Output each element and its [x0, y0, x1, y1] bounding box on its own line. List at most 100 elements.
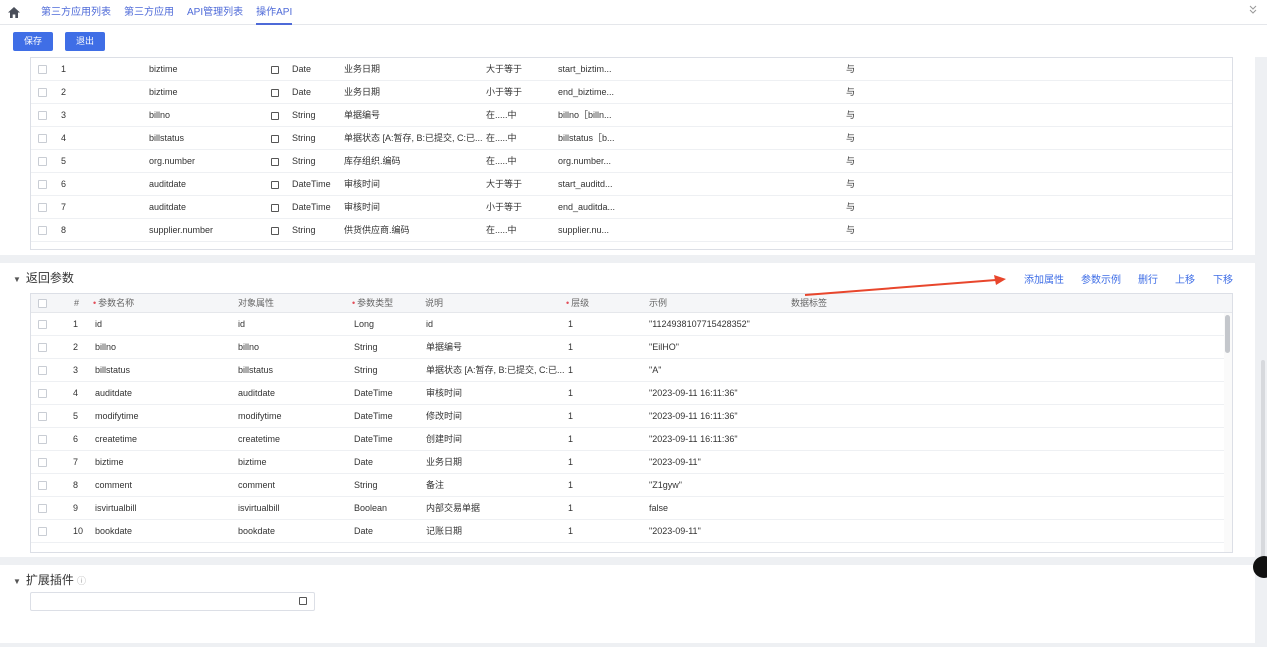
- move-down-button[interactable]: 下移: [1213, 271, 1233, 286]
- row-checkbox[interactable]: [38, 389, 47, 398]
- return-param-row[interactable]: 1 id id Long id 1 "1124938107715428352": [31, 313, 1232, 336]
- row-checkbox[interactable]: [38, 88, 47, 97]
- row-operator: 小于等于: [486, 87, 523, 97]
- request-params-section: 1 biztime Date 业务日期 大于等于 start_biztim... 与 2 biz…: [0, 57, 1255, 255]
- row-param-name: biztime: [95, 457, 124, 467]
- row-param-type: DateTime: [354, 411, 393, 421]
- row-level: 1: [568, 457, 574, 467]
- return-param-row[interactable]: 7 biztime biztime Date 业务日期 1 "2023-09-11": [31, 451, 1232, 474]
- request-param-row[interactable]: 3 billno String 单据编号 在.....中 billno［billn... 与: [31, 104, 1232, 127]
- col-param-name: • 参数名称: [93, 298, 135, 308]
- table-scrollbar[interactable]: [1224, 313, 1232, 552]
- row-checkbox[interactable]: [38, 157, 47, 166]
- tab-third-party-app[interactable]: 第三方应用: [124, 0, 174, 25]
- row-checkbox[interactable]: [38, 527, 47, 536]
- row-level: 1: [568, 388, 574, 398]
- double-chevron-down-icon[interactable]: [1249, 5, 1257, 16]
- row-logic: 与: [846, 225, 856, 235]
- row-checkbox[interactable]: [38, 504, 47, 513]
- object-picker-icon[interactable]: [271, 204, 279, 212]
- action-bar: 保存 退出: [0, 25, 1267, 57]
- col-description: 说明: [425, 298, 444, 308]
- object-picker-icon[interactable]: [271, 112, 279, 120]
- request-param-row[interactable]: 4 billstatus String 单据状态 [A:暂存, B:已提交, C:已.…: [31, 127, 1232, 150]
- row-checkbox[interactable]: [38, 343, 47, 352]
- row-checkbox[interactable]: [38, 481, 47, 490]
- row-param-name: start_biztim...: [558, 64, 612, 74]
- return-param-row[interactable]: 3 billstatus billstatus String 单据状态 [A:暂存, B…: [31, 359, 1232, 382]
- object-picker-icon[interactable]: [271, 66, 279, 74]
- row-example: "2023-09-11 16:11:36": [649, 434, 738, 444]
- save-button[interactable]: 保存: [13, 32, 54, 51]
- move-up-button[interactable]: 上移: [1175, 271, 1195, 286]
- plugin-title[interactable]: ▼ 扩展插件 ⓘ: [13, 571, 86, 588]
- delete-row-button[interactable]: 删行: [1138, 271, 1158, 286]
- row-checkbox[interactable]: [38, 366, 47, 375]
- caret-down-icon[interactable]: ▼: [13, 577, 21, 586]
- object-picker-icon[interactable]: [271, 135, 279, 143]
- request-param-row[interactable]: 6 auditdate DateTime 审核时间 大于等于 start_auditd..…: [31, 173, 1232, 196]
- floating-assistant-icon[interactable]: [1253, 556, 1267, 578]
- row-logic: 与: [846, 87, 856, 97]
- request-param-row[interactable]: 5 org.number String 库存组织.编码 在.....中 org.numbe…: [31, 150, 1232, 173]
- return-params-section: ▼ 返回参数 # • 参数名称 对象属性 • 参数类型 说明 • 层级 示例 数据标签 …: [0, 263, 1255, 557]
- object-picker-icon[interactable]: [271, 158, 279, 166]
- help-icon[interactable]: ⓘ: [77, 576, 86, 586]
- return-param-row[interactable]: 6 createtime createtime DateTime 创建时间 1 "2023-…: [31, 428, 1232, 451]
- tab-third-party-app-list[interactable]: 第三方应用列表: [41, 0, 111, 25]
- row-checkbox[interactable]: [38, 134, 47, 143]
- col-param-name-text: 参数名称: [98, 298, 135, 308]
- return-param-row[interactable]: 4 auditdate auditdate DateTime 审核时间 1 "2023-09…: [31, 382, 1232, 405]
- return-param-row[interactable]: 2 billno billno String 单据编号 1 "EilHO": [31, 336, 1232, 359]
- return-param-row[interactable]: 8 comment comment String 备注 1 "Z1gyw": [31, 474, 1232, 497]
- page-scrollbar-thumb[interactable]: [1261, 360, 1265, 560]
- row-checkbox[interactable]: [38, 458, 47, 467]
- row-checkbox[interactable]: [38, 435, 47, 444]
- param-example-button[interactable]: 参数示例: [1081, 271, 1121, 286]
- row-operator: 在.....中: [486, 156, 517, 166]
- row-field-desc: 单据编号: [344, 110, 381, 120]
- row-field-type: String: [292, 156, 316, 166]
- request-param-row[interactable]: 7 auditdate DateTime 审核时间 小于等于 end_auditda...…: [31, 196, 1232, 219]
- select-all-checkbox[interactable]: [38, 299, 47, 308]
- row-param-type: Date: [354, 526, 374, 536]
- row-field-desc: 库存组织.编码: [344, 156, 401, 166]
- row-param-name: billstatus［b...: [558, 133, 615, 143]
- return-param-row[interactable]: 9 isvirtualbill isvirtualbill Boolean 内部交易单据…: [31, 497, 1232, 520]
- tab-api-management-list[interactable]: API管理列表: [187, 0, 243, 25]
- plugin-input[interactable]: [30, 592, 315, 611]
- annotation-arrow-icon: [804, 275, 1006, 296]
- row-description: 记账日期: [426, 526, 463, 536]
- row-field-type: String: [292, 110, 316, 120]
- return-params-title[interactable]: ▼ 返回参数: [13, 269, 74, 286]
- row-operator: 大于等于: [486, 64, 523, 74]
- row-example: "2023-09-11 16:11:36": [649, 411, 738, 421]
- object-picker-icon[interactable]: [271, 89, 279, 97]
- row-param-type: DateTime: [354, 434, 393, 444]
- row-checkbox[interactable]: [38, 65, 47, 74]
- row-object-attr: comment: [238, 480, 276, 490]
- object-picker-icon[interactable]: [299, 597, 307, 605]
- request-param-row[interactable]: 8 supplier.number String 供货供应商.编码 在.....中 sup…: [31, 219, 1232, 242]
- return-param-row[interactable]: 10 bookdate bookdate Date 记账日期 1 "2023-09-11": [31, 520, 1232, 543]
- row-checkbox[interactable]: [38, 180, 47, 189]
- request-param-row[interactable]: 1 biztime Date 业务日期 大于等于 start_biztim... 与: [31, 58, 1232, 81]
- tab-operation-api[interactable]: 操作API: [256, 0, 293, 25]
- row-param-type: String: [354, 480, 378, 490]
- object-picker-icon[interactable]: [271, 227, 279, 235]
- row-description: 单据状态 [A:暂存, B:已提交, C:已...: [426, 365, 565, 375]
- request-param-row[interactable]: 2 biztime Date 业务日期 小于等于 end_biztime... 与: [31, 81, 1232, 104]
- row-checkbox[interactable]: [38, 226, 47, 235]
- object-picker-icon[interactable]: [271, 181, 279, 189]
- table-scrollbar-thumb[interactable]: [1225, 315, 1230, 353]
- caret-down-icon[interactable]: ▼: [13, 275, 21, 284]
- exit-button[interactable]: 退出: [65, 32, 106, 51]
- row-checkbox[interactable]: [38, 412, 47, 421]
- add-attribute-button[interactable]: 添加属性: [1024, 271, 1064, 286]
- row-checkbox[interactable]: [38, 111, 47, 120]
- row-checkbox[interactable]: [38, 203, 47, 212]
- home-icon[interactable]: [0, 0, 28, 25]
- row-checkbox[interactable]: [38, 320, 47, 329]
- return-param-row[interactable]: 5 modifytime modifytime DateTime 修改时间 1 "2023-…: [31, 405, 1232, 428]
- row-level: 1: [568, 342, 574, 352]
